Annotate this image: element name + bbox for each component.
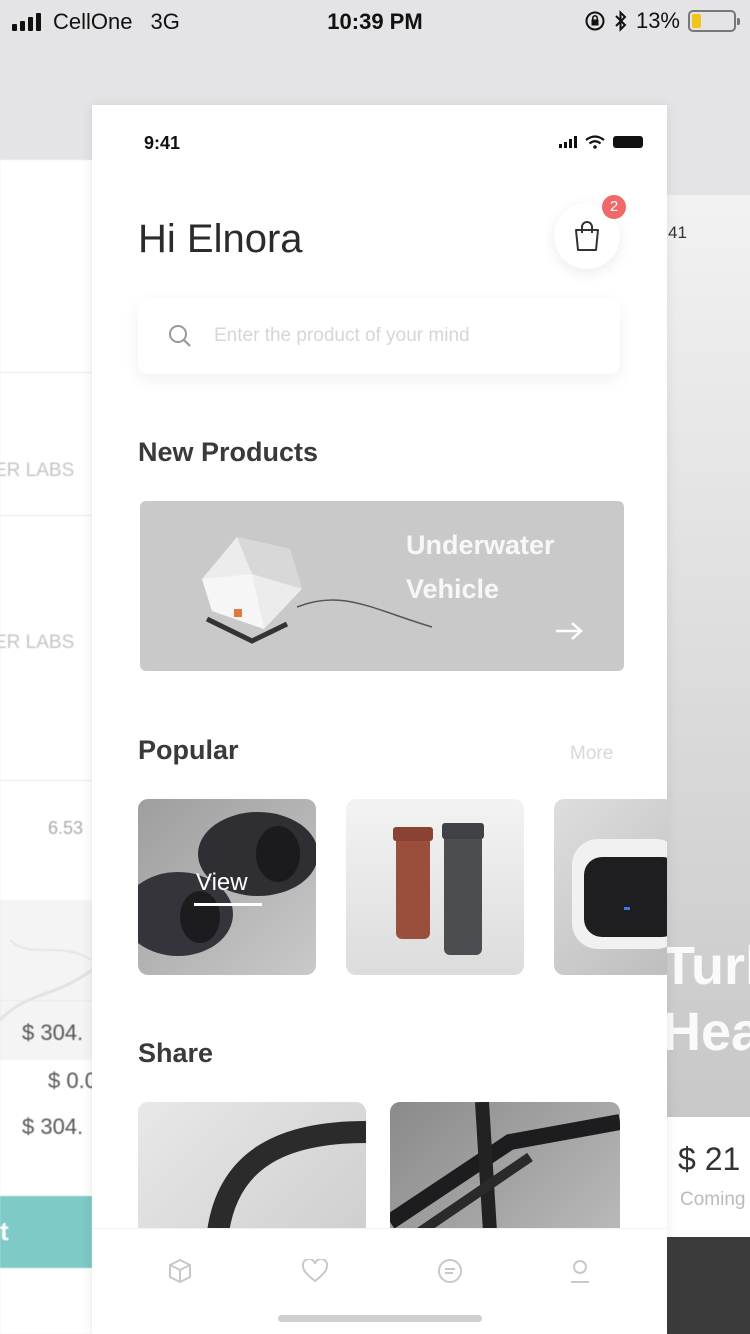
tab-favorites[interactable]: [295, 1251, 335, 1291]
bg-amount: $ 304.: [22, 1114, 84, 1139]
popular-item-headlights[interactable]: View: [138, 799, 316, 975]
bg-amount: $ 304.: [22, 1020, 84, 1045]
new-product-banner[interactable]: Underwater Vehicle: [140, 501, 624, 671]
more-link[interactable]: More: [570, 743, 613, 765]
tab-box[interactable]: [160, 1251, 200, 1291]
bg-dark-panel: [666, 1237, 750, 1334]
share-item[interactable]: [390, 1102, 620, 1232]
os-status-bar: CellOne 3G 10:39 PM 13%: [0, 0, 750, 42]
popular-item-device[interactable]: [554, 799, 667, 975]
bg-price: $ 21: [678, 1141, 741, 1177]
divider: [0, 1000, 92, 1001]
view-underline: [194, 903, 262, 906]
background-card-right: 41 Turb Head $ 21 Coming: [666, 195, 750, 1334]
bluetooth-icon: [615, 10, 627, 32]
tab-profile[interactable]: [560, 1251, 600, 1291]
arrow-right-icon[interactable]: [554, 621, 584, 641]
user-icon: [571, 1260, 589, 1283]
view-label: View: [196, 869, 248, 896]
section-title-share: Share: [138, 1038, 214, 1068]
cart-badge: 2: [602, 195, 626, 219]
background-card-left: ER LABS ER LABS 6.53 $ 304. $ 0.0 $ 304.…: [0, 160, 97, 1334]
bike-part-image: [207, 1121, 366, 1232]
app-screen: 9:41 Hi Elnora 2 New Products Underwater…: [92, 105, 667, 1334]
greeting-title: Hi Elnora: [138, 217, 303, 261]
battery-icon: [688, 10, 740, 32]
bg-action-button: t: [0, 1196, 92, 1268]
underwater-drone-image: [202, 537, 433, 644]
popular-item-bottles[interactable]: [346, 799, 524, 975]
shopping-bag-icon: [575, 221, 599, 251]
bg-label: ER LABS: [0, 460, 75, 481]
divider: [0, 515, 92, 516]
os-status-right: 13%: [584, 8, 740, 34]
bg-coming-label: Coming: [680, 1189, 746, 1210]
app-status-icons: [559, 135, 643, 149]
bike-frame-image: [390, 1102, 620, 1232]
divider: [0, 372, 92, 373]
battery-percent: 13%: [635, 8, 680, 33]
section-title-popular: Popular: [138, 735, 239, 765]
signal-icon: [559, 136, 577, 148]
section-title-new-products: New Products: [138, 437, 319, 467]
device-product-image: [572, 839, 667, 949]
search-box[interactable]: [138, 298, 620, 374]
heart-icon: [302, 1259, 328, 1283]
bg-headline: Head: [666, 1002, 750, 1062]
bg-time: 41: [668, 223, 687, 242]
search-icon: [169, 325, 191, 347]
box-icon: [169, 1258, 191, 1284]
tab-messages[interactable]: [430, 1251, 470, 1291]
bg-amount: $ 0.0: [48, 1068, 97, 1093]
search-input[interactable]: [214, 318, 594, 354]
app-clock: 9:41: [144, 133, 181, 153]
battery-icon: [613, 136, 643, 148]
wifi-icon: [585, 135, 605, 149]
share-item[interactable]: [138, 1102, 366, 1232]
banner-title: Underwater Vehicle: [406, 530, 555, 604]
tab-bar: [92, 1228, 667, 1334]
bg-label: ER LABS: [0, 632, 75, 653]
chat-icon: [438, 1259, 462, 1283]
app-status-bar: 9:41: [92, 105, 667, 175]
home-indicator: [278, 1315, 482, 1322]
bg-value: 6.53: [48, 818, 84, 838]
rotation-lock-icon: [585, 11, 605, 31]
bottles-product-image: [393, 823, 484, 955]
bg-headline: Turb: [666, 936, 750, 996]
divider: [0, 780, 92, 781]
